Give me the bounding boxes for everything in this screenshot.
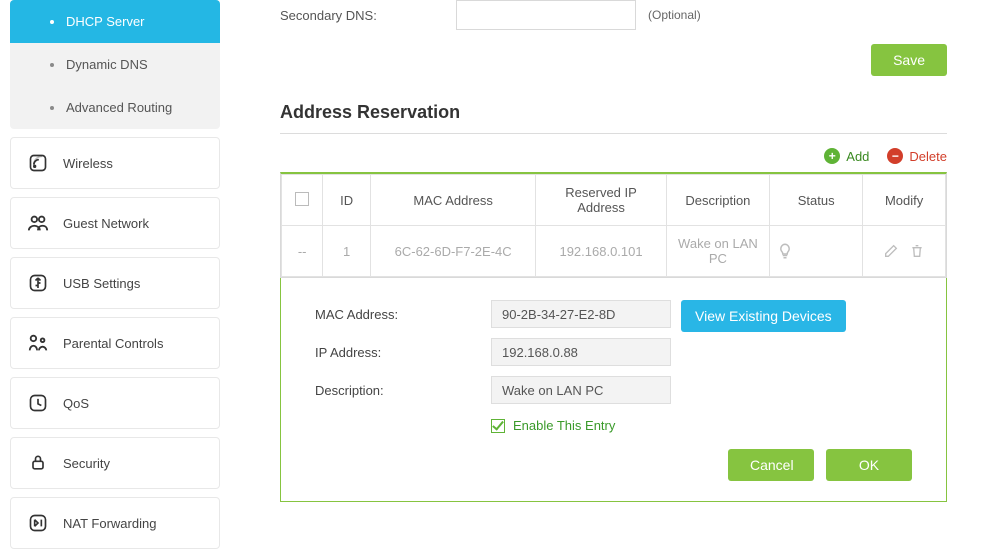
row-modify — [863, 226, 946, 277]
add-button[interactable]: + Add — [824, 148, 869, 164]
delete-label: Delete — [909, 149, 947, 164]
cancel-button[interactable]: Cancel — [728, 449, 814, 481]
select-all-checkbox[interactable] — [295, 192, 309, 206]
header-modify: Modify — [863, 175, 946, 226]
action-bar: + Add − Delete — [280, 148, 947, 164]
header-description: Description — [666, 175, 769, 226]
sidebar-item-wireless[interactable]: Wireless — [10, 137, 220, 189]
reservation-table: ID MAC Address Reserved IP Address Descr… — [280, 172, 947, 278]
secondary-dns-row: Secondary DNS: (Optional) — [280, 0, 947, 30]
add-label: Add — [846, 149, 869, 164]
description-label: Description: — [315, 383, 491, 398]
header-status: Status — [770, 175, 863, 226]
optional-label: (Optional) — [648, 8, 701, 22]
description-input[interactable] — [491, 376, 671, 404]
checkmark-icon — [491, 419, 505, 433]
delete-button[interactable]: − Delete — [887, 148, 947, 164]
row-status — [770, 226, 863, 277]
security-icon — [27, 452, 49, 474]
edit-icon[interactable] — [883, 243, 899, 259]
sidebar-item-label: Security — [63, 456, 110, 471]
view-existing-devices-button[interactable]: View Existing Devices — [681, 300, 846, 332]
bulb-icon[interactable] — [776, 242, 856, 260]
row-ip: 192.168.0.101 — [536, 226, 666, 277]
parental-controls-icon — [27, 332, 49, 354]
sidebar-sub-label: Advanced Routing — [66, 100, 172, 115]
sidebar-item-dynamic-dns[interactable]: Dynamic DNS — [10, 43, 220, 86]
table-header-row: ID MAC Address Reserved IP Address Descr… — [282, 175, 946, 226]
ok-button[interactable]: OK — [826, 449, 912, 481]
header-ip: Reserved IP Address — [536, 175, 666, 226]
enable-entry-checkbox[interactable]: Enable This Entry — [491, 418, 912, 433]
row-description: Wake on LAN PC — [666, 226, 769, 277]
secondary-dns-input[interactable] — [456, 0, 636, 30]
minus-icon: − — [887, 148, 903, 164]
qos-icon — [27, 392, 49, 414]
ip-address-label: IP Address: — [315, 345, 491, 360]
sidebar-item-label: Parental Controls — [63, 336, 163, 351]
sidebar-item-label: USB Settings — [63, 276, 140, 291]
sidebar-item-label: Wireless — [63, 156, 113, 171]
sidebar-item-usb-settings[interactable]: USB Settings — [10, 257, 220, 309]
main-content: Secondary DNS: (Optional) Save Address R… — [230, 0, 987, 518]
section-title: Address Reservation — [280, 102, 947, 134]
row-mac: 6C-62-6D-F7-2E-4C — [370, 226, 535, 277]
wireless-icon — [27, 152, 49, 174]
nat-forwarding-icon — [27, 512, 49, 534]
header-checkbox — [282, 175, 323, 226]
mac-address-input[interactable] — [491, 300, 671, 328]
mac-address-label: MAC Address: — [315, 307, 491, 322]
guest-network-icon — [27, 212, 49, 234]
row-dash: -- — [282, 226, 323, 277]
sidebar-item-security[interactable]: Security — [10, 437, 220, 489]
edit-entry-panel: MAC Address: View Existing Devices IP Ad… — [280, 278, 947, 502]
trash-icon[interactable] — [909, 243, 925, 259]
secondary-dns-label: Secondary DNS: — [280, 8, 456, 23]
sidebar: DHCP Server Dynamic DNS Advanced Routing… — [0, 0, 230, 518]
sidebar-item-dhcp-server[interactable]: DHCP Server — [10, 0, 220, 43]
plus-icon: + — [824, 148, 840, 164]
enable-entry-label: Enable This Entry — [513, 418, 615, 433]
ip-address-input[interactable] — [491, 338, 671, 366]
sidebar-sub-label: DHCP Server — [66, 14, 145, 29]
header-mac: MAC Address — [370, 175, 535, 226]
sidebar-item-advanced-routing[interactable]: Advanced Routing — [10, 86, 220, 129]
table-row: -- 1 6C-62-6D-F7-2E-4C 192.168.0.101 Wak… — [282, 226, 946, 277]
header-id: ID — [323, 175, 371, 226]
sidebar-sub-label: Dynamic DNS — [66, 57, 148, 72]
sidebar-item-qos[interactable]: QoS — [10, 377, 220, 429]
usb-icon — [27, 272, 49, 294]
sidebar-subnav: DHCP Server Dynamic DNS Advanced Routing — [10, 0, 220, 129]
sidebar-item-nat-forwarding[interactable]: NAT Forwarding — [10, 497, 220, 549]
sidebar-item-guest-network[interactable]: Guest Network — [10, 197, 220, 249]
sidebar-item-label: QoS — [63, 396, 89, 411]
save-button[interactable]: Save — [871, 44, 947, 76]
row-id: 1 — [323, 226, 371, 277]
sidebar-item-label: Guest Network — [63, 216, 149, 231]
sidebar-item-parental-controls[interactable]: Parental Controls — [10, 317, 220, 369]
